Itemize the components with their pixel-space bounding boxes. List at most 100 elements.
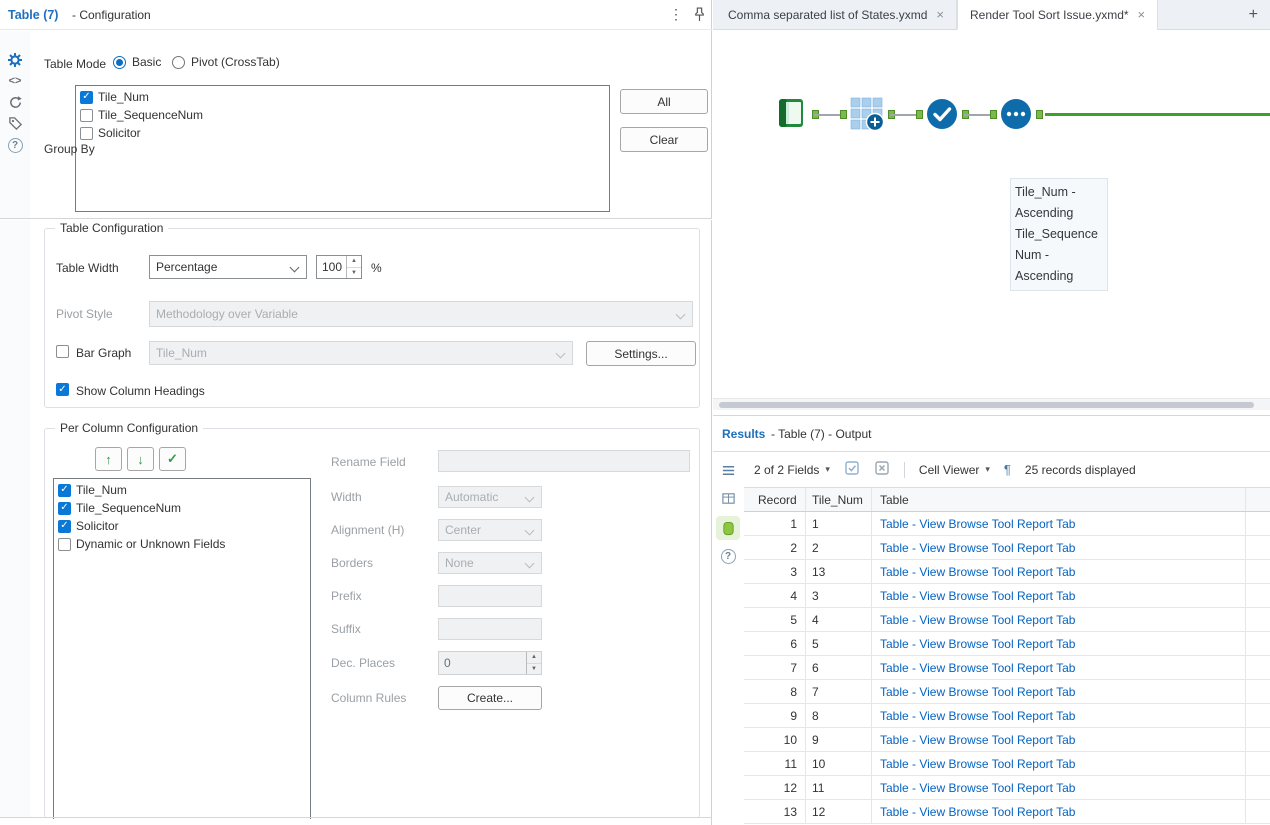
table-width-spinner[interactable]: 100 ▲ ▼ <box>316 255 362 279</box>
table-width-mode-select[interactable]: Percentage <box>149 255 307 279</box>
tool-annotation[interactable]: Tile_Num - Ascending Tile_SequenceNum - … <box>1010 178 1108 291</box>
input-data-tool[interactable] <box>772 95 810 133</box>
report-link-cell[interactable]: Table - View Browse Tool Report Tab <box>872 752 1246 775</box>
help-icon[interactable]: ? <box>720 548 736 564</box>
checklist-item[interactable]: Dynamic or Unknown Fields <box>56 535 308 553</box>
close-icon[interactable]: × <box>1138 7 1146 22</box>
group-by-list[interactable]: ✓ Tile_Num Tile_SequenceNum Solicitor <box>75 85 610 212</box>
select-all-fields-button[interactable]: ✓ <box>159 447 186 471</box>
checklist-item[interactable]: ✓ Tile_Num <box>56 481 308 499</box>
messages-list-icon[interactable] <box>720 462 736 478</box>
table-row[interactable]: 12 11 Table - View Browse Tool Report Tab <box>744 776 1270 800</box>
select-tool[interactable] <box>924 96 960 132</box>
spinner-down-icon[interactable]: ▼ <box>527 664 541 675</box>
checklist-item[interactable]: Solicitor <box>78 124 607 142</box>
per-column-field-list[interactable]: ✓ Tile_Num ✓ Tile_SequenceNum ✓ Solicitor Dyna… <box>53 478 311 819</box>
checklist-item[interactable]: Tile_SequenceNum <box>78 106 607 124</box>
table-row[interactable]: 9 8 Table - View Browse Tool Report Tab <box>744 704 1270 728</box>
tag-icon[interactable] <box>7 115 23 131</box>
checkbox[interactable] <box>80 126 93 140</box>
show-column-headings-checkbox[interactable]: ✓ <box>56 383 69 396</box>
all-button[interactable]: All <box>620 89 708 114</box>
radio-basic[interactable] <box>113 55 126 69</box>
table-row[interactable]: 4 3 Table - View Browse Tool Report Tab <box>744 584 1270 608</box>
table-row[interactable]: 5 4 Table - View Browse Tool Report Tab <box>744 608 1270 632</box>
table-row[interactable]: 13 12 Table - View Browse Tool Report Tab <box>744 800 1270 824</box>
annotation-code-icon[interactable]: <> <box>7 73 23 89</box>
gear-icon[interactable] <box>7 52 23 68</box>
report-link-cell[interactable]: Table - View Browse Tool Report Tab <box>872 800 1246 823</box>
report-link-cell[interactable]: Table - View Browse Tool Report Tab <box>872 536 1246 559</box>
metadata-table-icon[interactable] <box>720 490 736 506</box>
move-down-button[interactable]: ↓ <box>127 447 154 471</box>
column-header-table[interactable]: Table <box>872 488 1246 511</box>
radio-pivot[interactable] <box>172 55 185 69</box>
report-link-cell[interactable]: Table - View Browse Tool Report Tab <box>872 560 1246 583</box>
table-row[interactable]: 2 2 Table - View Browse Tool Report Tab <box>744 536 1270 560</box>
pin-icon[interactable] <box>692 7 707 22</box>
panel-title: Table (7) <box>8 8 59 22</box>
table-mode-option[interactable]: Pivot (CrossTab) <box>172 55 280 69</box>
checkbox[interactable]: ✓ <box>58 483 71 497</box>
report-link-cell[interactable]: Table - View Browse Tool Report Tab <box>872 728 1246 751</box>
workflow-canvas[interactable]: Tile_Num - Ascending Tile_SequenceNum - … <box>713 30 1270 398</box>
fields-dropdown[interactable]: 2 of 2 Fields ▾ <box>754 463 830 477</box>
scrollbar-thumb[interactable] <box>719 402 1254 408</box>
checkbox[interactable]: ✓ <box>80 90 93 104</box>
output-anchor-button[interactable] <box>716 516 740 540</box>
create-column-rule-button[interactable]: Create... <box>438 686 542 710</box>
input-anchor[interactable] <box>840 110 847 119</box>
cell-viewer-dropdown[interactable]: Cell Viewer ▾ <box>919 463 990 477</box>
column-header-record[interactable]: Record <box>744 488 806 511</box>
new-tab-button[interactable]: + <box>1249 6 1258 24</box>
checkbox[interactable] <box>80 108 93 122</box>
checkbox[interactable] <box>58 537 71 551</box>
refresh-icon[interactable] <box>7 94 23 110</box>
move-up-button[interactable]: ↑ <box>95 447 122 471</box>
document-tab-states[interactable]: Comma separated list of States.yxmd × <box>716 0 958 29</box>
table-row[interactable]: 1 1 Table - View Browse Tool Report Tab <box>744 512 1270 536</box>
report-link-cell[interactable]: Table - View Browse Tool Report Tab <box>872 656 1246 679</box>
pilcrow-icon[interactable]: ¶ <box>1004 462 1011 477</box>
table-row[interactable]: 6 5 Table - View Browse Tool Report Tab <box>744 632 1270 656</box>
report-link-cell[interactable]: Table - View Browse Tool Report Tab <box>872 704 1246 727</box>
report-link-cell[interactable]: Table - View Browse Tool Report Tab <box>872 608 1246 631</box>
table-row[interactable]: 3 13 Table - View Browse Tool Report Tab <box>744 560 1270 584</box>
output-anchor[interactable] <box>1036 110 1043 119</box>
tile-num-cell: 7 <box>806 680 872 703</box>
sort-tool[interactable] <box>998 96 1034 132</box>
help-icon[interactable]: ? <box>7 137 23 153</box>
checkbox[interactable]: ✓ <box>58 501 71 515</box>
table-row[interactable]: 11 10 Table - View Browse Tool Report Tab <box>744 752 1270 776</box>
document-tab-render-sort-issue[interactable]: Render Tool Sort Issue.yxmd* × <box>957 0 1159 30</box>
checkbox[interactable]: ✓ <box>58 519 71 533</box>
close-icon[interactable]: × <box>936 7 944 22</box>
checklist-item[interactable]: ✓ Tile_Num <box>78 88 607 106</box>
bar-graph-checkbox[interactable] <box>56 345 69 358</box>
clear-button[interactable]: Clear <box>620 127 708 152</box>
input-anchor[interactable] <box>990 110 997 119</box>
report-link-cell[interactable]: Table - View Browse Tool Report Tab <box>872 632 1246 655</box>
checklist-item[interactable]: ✓ Solicitor <box>56 517 308 535</box>
input-anchor[interactable] <box>916 110 923 119</box>
more-options-icon[interactable]: ⋮ <box>668 6 684 23</box>
checklist-item[interactable]: ✓ Tile_SequenceNum <box>56 499 308 517</box>
spinner-up-icon[interactable]: ▲ <box>527 652 541 664</box>
table-row[interactable]: 7 6 Table - View Browse Tool Report Tab <box>744 656 1270 680</box>
report-link-cell[interactable]: Table - View Browse Tool Report Tab <box>872 584 1246 607</box>
tile-tool[interactable] <box>848 95 886 133</box>
canvas-horizontal-scrollbar[interactable] <box>713 398 1270 410</box>
apply-selection-icon[interactable] <box>844 460 860 479</box>
column-header-tile-num[interactable]: Tile_Num <box>806 488 872 511</box>
table-mode-option[interactable]: Basic <box>113 55 161 69</box>
table-row[interactable]: 10 9 Table - View Browse Tool Report Tab <box>744 728 1270 752</box>
spinner-up-icon[interactable]: ▲ <box>347 256 361 268</box>
table-row[interactable]: 8 7 Table - View Browse Tool Report Tab <box>744 680 1270 704</box>
settings-button[interactable]: Settings... <box>586 341 696 366</box>
report-link-cell[interactable]: Table - View Browse Tool Report Tab <box>872 680 1246 703</box>
cancel-selection-icon[interactable] <box>874 460 890 479</box>
report-link-cell[interactable]: Table - View Browse Tool Report Tab <box>872 776 1246 799</box>
report-link-cell[interactable]: Table - View Browse Tool Report Tab <box>872 512 1246 535</box>
spinner-down-icon[interactable]: ▼ <box>347 268 361 279</box>
connection-wire-selected[interactable] <box>1045 113 1270 116</box>
